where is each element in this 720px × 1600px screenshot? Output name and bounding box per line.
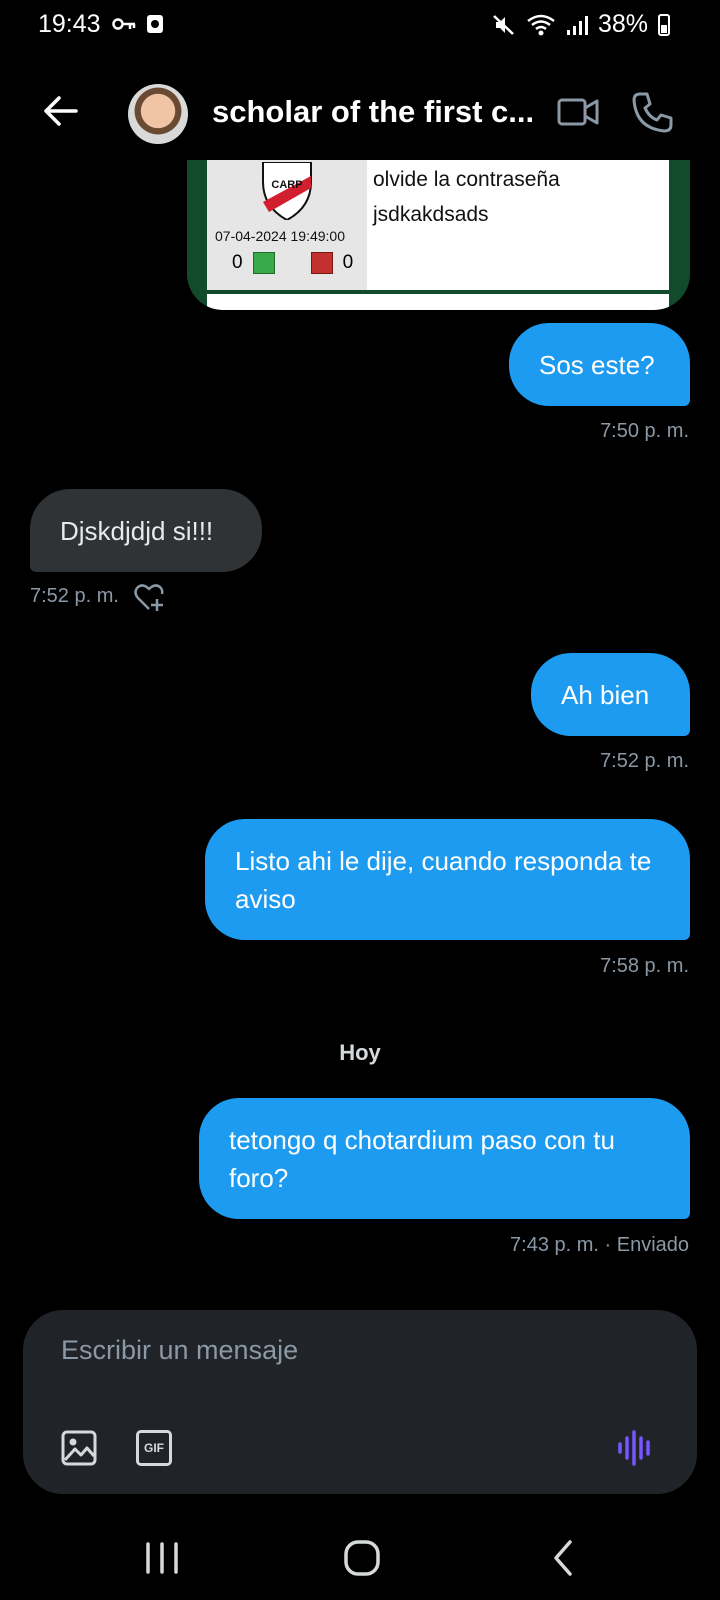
message-bubble-outgoing[interactable]: Ah bien: [531, 653, 690, 736]
next-post-strip: [207, 294, 669, 310]
battery-percent: 38%: [597, 10, 648, 38]
signal-icon: [566, 15, 588, 35]
avatar[interactable]: [128, 84, 188, 144]
day-separator: Hoy: [339, 1040, 381, 1065]
message-bubble-outgoing[interactable]: tetongo q chotardium paso con tu foro?: [199, 1098, 690, 1219]
upvote-count: 0: [232, 252, 243, 273]
home-icon[interactable]: [338, 1538, 386, 1578]
post-line-2: jsdkakdsads: [373, 203, 489, 226]
back-arrow-icon[interactable]: [40, 90, 82, 132]
message-bubble-outgoing[interactable]: Sos este?: [509, 323, 690, 406]
message-timestamp: 7:50 p. m.: [600, 420, 689, 442]
message-text: Sos este?: [539, 349, 655, 380]
message-timestamp: 7:52 p. m.: [30, 585, 119, 607]
vpn-key-icon: [112, 18, 136, 30]
wifi-icon: [527, 14, 555, 35]
message-input[interactable]: [59, 1334, 583, 1367]
status-left-icons: [112, 14, 164, 34]
recent-apps-icon[interactable]: [138, 1538, 186, 1578]
status-right: 38%: [492, 10, 670, 39]
post-body: olvide la contraseña jsdkakdsads: [367, 160, 669, 290]
message-bubble-outgoing[interactable]: Listo ahi le dije, cuando responda te av…: [205, 819, 690, 940]
message-text: Ah bien: [561, 679, 650, 710]
nav-back-icon[interactable]: [540, 1538, 588, 1578]
conversation-title[interactable]: scholar of the first c...: [212, 94, 534, 130]
phone-call-icon[interactable]: [630, 90, 674, 134]
post-meta: CARP 07-04-2024 19:49:00 0 0: [207, 160, 367, 290]
message-timestamp-sent: 7:43 p. m. · Enviado: [510, 1234, 689, 1256]
mute-icon: [493, 14, 514, 35]
river-plate-crest-icon: CARP: [262, 162, 312, 220]
thumbs-down-icon: [310, 252, 333, 274]
message-bubble-incoming[interactable]: Djskdjdjd si!!!: [30, 489, 262, 572]
add-reaction-heart-icon[interactable]: [134, 584, 164, 612]
post-votes: 0 0: [232, 252, 353, 274]
message-text: tetongo q chotardium paso con tu foro?: [229, 1124, 615, 1193]
downvote-count: 0: [342, 252, 354, 273]
message-composer: GIF: [23, 1310, 697, 1494]
battery-icon: [658, 13, 670, 36]
message-timestamp: 7:58 p. m.: [600, 955, 689, 977]
crest-letters: CARP: [271, 179, 302, 191]
message-timestamp: 7:52 p. m.: [600, 750, 689, 772]
voice-message-icon[interactable]: [617, 1430, 655, 1466]
thumbs-up-icon: [252, 252, 275, 274]
screen-record-icon: [147, 15, 163, 33]
gif-label: GIF: [144, 1441, 164, 1455]
gif-button[interactable]: GIF: [136, 1430, 172, 1466]
forum-post-screenshot: CARP 07-04-2024 19:49:00 0 0 olvide la c…: [207, 160, 669, 290]
image-attach-icon[interactable]: [61, 1430, 97, 1466]
post-line-1: olvide la contraseña: [373, 168, 560, 191]
video-call-icon[interactable]: [556, 90, 600, 134]
status-time: 19:43: [38, 10, 101, 38]
shared-image-card[interactable]: CARP 07-04-2024 19:49:00 0 0 olvide la c…: [187, 160, 690, 310]
post-date: 07-04-2024 19:49:00: [215, 228, 345, 244]
message-text: Listo ahi le dije, cuando responda te av…: [235, 845, 652, 914]
message-text: Djskdjdjd si!!!: [60, 515, 214, 546]
